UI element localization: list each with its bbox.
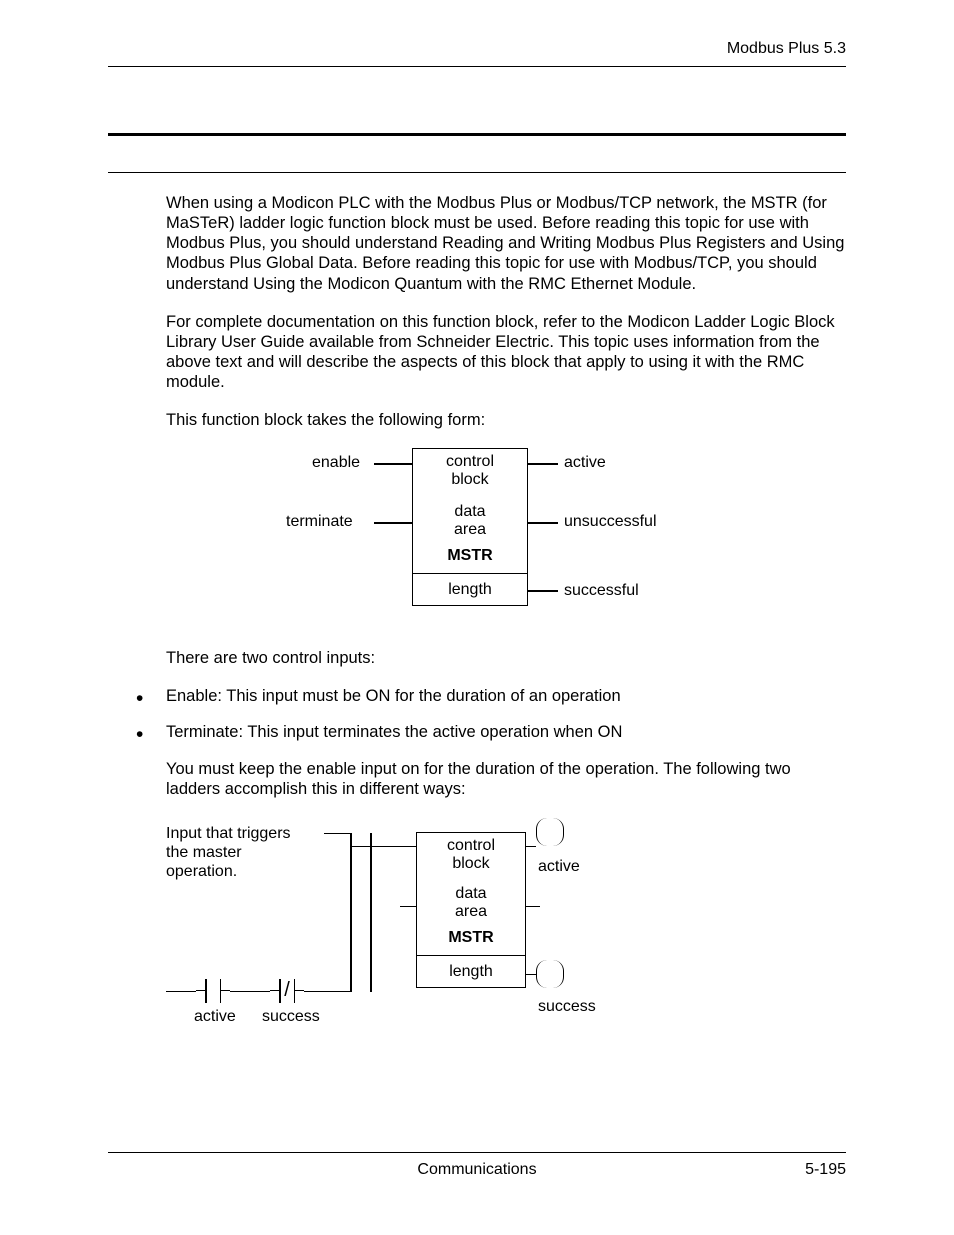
fig2-contact-active-label: active <box>194 1008 236 1026</box>
paragraph-5: You must keep the enable input on for th… <box>166 759 846 799</box>
paragraph-4: There are two control inputs: <box>166 648 846 668</box>
fig2-row-control: control <box>447 837 495 854</box>
bullet-terminate: Terminate: This input terminates the act… <box>130 722 846 743</box>
fig2-row-mstr: MSTR <box>417 929 525 955</box>
fig2-trig-line2: the master <box>166 844 242 861</box>
fig2-row-block: block <box>452 855 489 872</box>
fig2-row-length: length <box>417 955 525 990</box>
fig2-coil-active <box>536 818 564 846</box>
fig1-row-mstr: MSTR <box>413 547 527 573</box>
paragraph-1: When using a Modicon PLC with the Modbus… <box>166 193 846 294</box>
bullet-list: Enable: This input must be ON for the du… <box>130 686 846 743</box>
fig1-row-control: control <box>446 453 494 470</box>
section-rule-thick <box>108 133 846 136</box>
fig2-contact-active <box>196 979 230 1003</box>
fig2-trigger-text: Input that triggers the master operation… <box>166 824 326 882</box>
fig1-output-active: active <box>564 454 606 472</box>
page-footer: Communications 5-195 <box>108 1152 846 1161</box>
fig2-contact-success: / <box>270 979 304 1003</box>
fig2-coil-active-label: active <box>538 858 580 876</box>
fig1-block: control block data area MSTR length <box>412 448 528 606</box>
fig1-output-successful: successful <box>564 582 639 600</box>
fig2-block: control block data area MSTR length <box>416 832 526 988</box>
figure-ladder: Input that triggers the master operation… <box>166 818 586 1028</box>
paragraph-2: For complete documentation on this funct… <box>166 312 846 393</box>
figure-mstr-block: enable terminate active unsuccessful suc… <box>312 448 642 608</box>
paragraph-3: This function block takes the following … <box>166 410 846 430</box>
fig1-row-data: data <box>454 503 485 520</box>
fig2-coil-success-label: success <box>538 998 596 1016</box>
bullet-enable: Enable: This input must be ON for the du… <box>130 686 846 707</box>
fig1-input-enable: enable <box>312 454 360 472</box>
fig1-row-area: area <box>454 521 486 538</box>
fig2-trig-line3: operation. <box>166 863 237 880</box>
fig1-input-terminate: terminate <box>286 513 353 531</box>
fig2-contact-success-label: success <box>262 1008 320 1026</box>
running-header: Modbus Plus 5.3 <box>108 0 846 67</box>
fig1-row-block: block <box>451 471 488 488</box>
fig2-row-area: area <box>455 903 487 920</box>
section-rule-thin <box>108 172 846 173</box>
fig2-coil-success <box>536 960 564 988</box>
footer-page: 5-195 <box>805 1161 846 1179</box>
fig1-output-unsuccessful: unsuccessful <box>564 513 657 531</box>
fig1-row-length: length <box>413 573 527 608</box>
footer-title: Communications <box>417 1161 536 1179</box>
fig2-row-data: data <box>455 885 486 902</box>
fig2-trig-line1: Input that triggers <box>166 825 291 842</box>
